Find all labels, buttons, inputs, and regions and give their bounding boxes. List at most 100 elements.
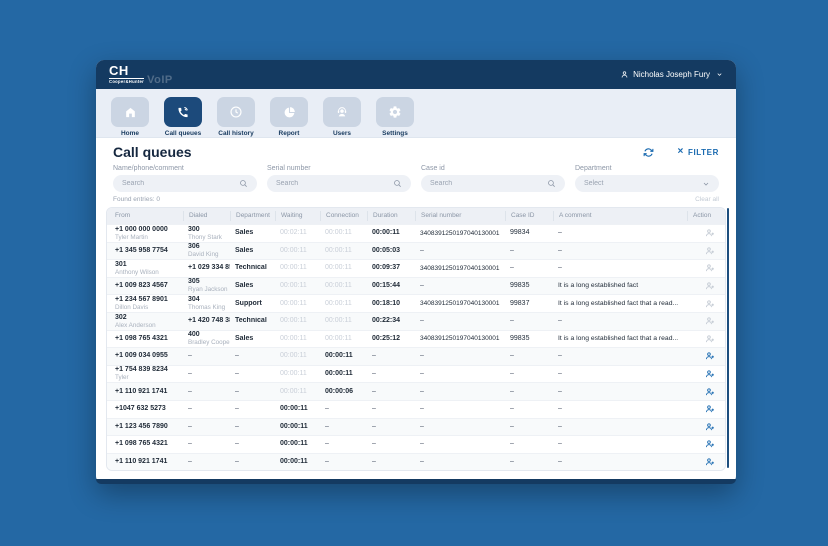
person-add-icon[interactable]	[705, 281, 715, 291]
cell-from: +1 345 958 7754	[115, 247, 183, 255]
person-add-icon[interactable]	[705, 387, 715, 397]
dialed-number: 400	[188, 331, 200, 339]
clear-all-button[interactable]: Clear all	[695, 196, 719, 203]
column-header-waiting: Waiting	[275, 211, 320, 221]
user-menu[interactable]: Nicholas Joseph Fury	[620, 70, 723, 79]
dialed-number: 304	[188, 296, 200, 304]
case-id-input[interactable]	[421, 175, 565, 192]
search-icon	[393, 179, 402, 188]
dialed-number: 305	[188, 278, 200, 286]
nav-button-settings[interactable]	[376, 97, 414, 127]
app-header: CH Cooper&Hunter VoIP Nicholas Joseph Fu…	[96, 60, 736, 89]
main-content: Call queues × FILTER Name/phone/comment S…	[96, 138, 736, 472]
nav-item-report[interactable]: Report	[267, 97, 311, 137]
person-add-icon[interactable]	[705, 228, 715, 238]
search-input[interactable]	[430, 180, 547, 187]
settings-icon	[388, 105, 402, 119]
cell-action	[687, 457, 717, 467]
person-add-icon[interactable]	[705, 457, 715, 467]
filter-field-name-phone-comment: Name/phone/comment	[113, 165, 257, 192]
nav-button-users[interactable]	[323, 97, 361, 127]
from-number: +1 009 823 4567	[115, 282, 168, 290]
from-number: +1 110 921 1741	[115, 457, 168, 465]
close-icon: ×	[677, 146, 684, 157]
dialed-name: David King	[188, 251, 219, 259]
dialed-name: Thomas King	[188, 304, 226, 312]
cell-comment: –	[558, 264, 562, 272]
filter-label: Name/phone/comment	[113, 165, 184, 172]
cell-case-id: 99835	[510, 334, 530, 342]
cell-connection: –	[325, 440, 329, 448]
person-add-icon[interactable]	[705, 404, 715, 414]
person-add-icon[interactable]	[705, 334, 715, 344]
vertical-scrollbar[interactable]	[727, 208, 729, 468]
nav-item-settings[interactable]: Settings	[373, 97, 417, 137]
cell-department: Technical	[235, 264, 267, 272]
nav-item-call-history[interactable]: Call history	[214, 97, 258, 137]
nav-item-call-queues[interactable]: Call queues	[161, 97, 205, 137]
cell-from: +1 110 921 1741	[115, 388, 183, 396]
filter-button[interactable]: × FILTER	[678, 147, 719, 157]
filter-label: Serial number	[267, 165, 311, 172]
search-input[interactable]	[122, 180, 239, 187]
cell-department: –	[235, 440, 239, 448]
cell-case-id: 99835	[510, 282, 530, 290]
cell-comment: –	[558, 422, 562, 430]
cell-duration: 00:09:37	[372, 264, 401, 272]
cell-department: –	[235, 405, 239, 413]
person-add-icon[interactable]	[705, 422, 715, 432]
cell-connection: 00:00:11	[325, 229, 352, 237]
cell-waiting: 00:00:11	[280, 440, 308, 448]
cell-duration: 00:00:11	[372, 229, 400, 237]
nav-item-users[interactable]: Users	[320, 97, 364, 137]
department-select[interactable]: Select	[575, 175, 719, 192]
person-add-icon[interactable]	[705, 351, 715, 361]
cell-dialed: –	[188, 370, 192, 378]
person-add-icon[interactable]	[705, 369, 715, 379]
serial-number-input[interactable]	[267, 175, 411, 192]
cell-waiting: 00:00:11	[280, 405, 308, 413]
table-row: +1 098 765 4321 – – 00:00:11 – – – – –	[107, 435, 725, 453]
nav-button-home[interactable]	[111, 97, 149, 127]
nav-item-home[interactable]: Home	[108, 97, 152, 137]
cell-waiting: 00:00:11	[280, 387, 307, 395]
cell-waiting: 00:00:11	[280, 282, 307, 290]
person-add-icon[interactable]	[705, 246, 715, 256]
filter-fields: Name/phone/comment Serial number Case id De…	[113, 165, 719, 192]
table-row: +1 345 958 7754 306 David King Sales 00:00:1…	[107, 241, 725, 260]
nav-button-call-history[interactable]	[217, 97, 255, 127]
person-add-icon[interactable]	[705, 439, 715, 449]
cell-action	[687, 387, 717, 397]
refresh-button[interactable]	[643, 147, 654, 158]
home-icon	[124, 106, 137, 119]
person-add-icon[interactable]	[705, 263, 715, 273]
cell-action	[687, 246, 717, 256]
cell-dialed: –	[188, 405, 192, 413]
person-add-icon[interactable]	[705, 299, 715, 309]
search-icon	[547, 179, 556, 188]
search-input[interactable]	[276, 180, 393, 187]
nav-button-call-queues[interactable]	[164, 97, 202, 127]
nav-button-report[interactable]	[270, 97, 308, 127]
person-add-icon[interactable]	[705, 316, 715, 326]
name-phone-comment-input[interactable]	[113, 175, 257, 192]
table-body: +1 000 000 0000 Tyler Martin 300 Thony Star…	[107, 224, 725, 471]
call-queues-table: From Dialed Department Waiting Connection Dur…	[106, 207, 726, 472]
cell-action	[687, 369, 717, 379]
filter-button-label: FILTER	[687, 147, 719, 157]
cell-department: Support	[235, 299, 262, 307]
cell-comment: –	[558, 387, 562, 395]
cell-connection: 00:00:11	[325, 264, 352, 272]
cell-from: +1 009 823 4567	[115, 282, 183, 290]
cell-from: +1 123 456 7890	[115, 423, 183, 431]
cell-comment: –	[558, 370, 562, 378]
cell-connection: –	[325, 405, 329, 413]
dialed-name: Bradley Cooper	[188, 339, 230, 347]
cell-case-id: 99834	[510, 229, 530, 237]
column-header-duration: Duration	[367, 211, 415, 221]
cell-from: 301 Anthony Wilson	[115, 261, 183, 276]
from-number: 302	[115, 313, 127, 321]
page-controls: × FILTER	[643, 147, 719, 158]
cell-dialed: –	[188, 440, 192, 448]
from-number: +1 234 567 8901	[115, 296, 168, 304]
